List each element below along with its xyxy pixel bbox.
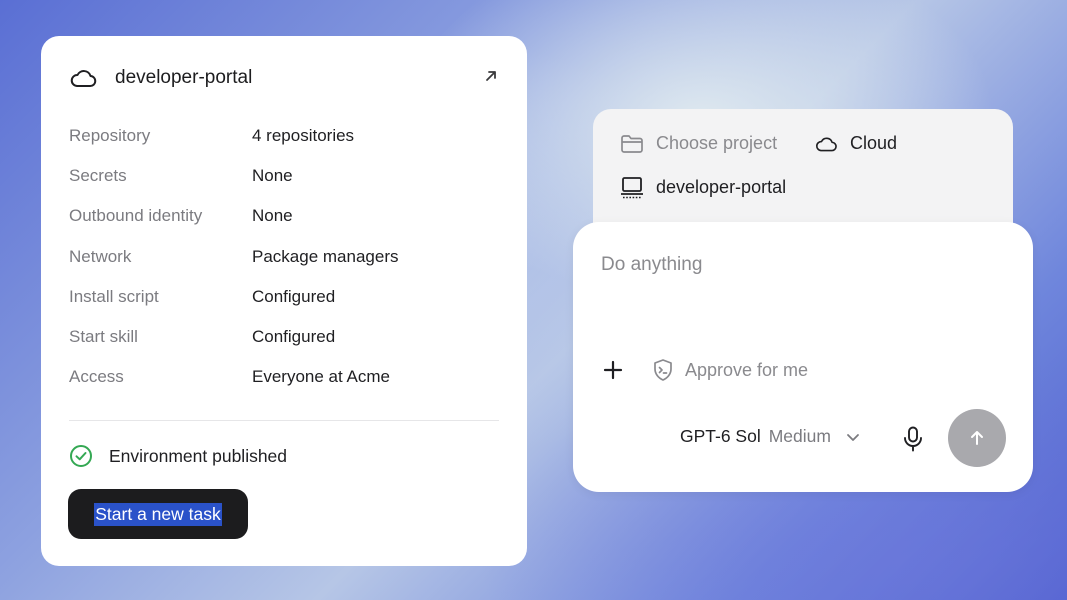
check-circle-icon [70, 445, 92, 467]
choose-project-button[interactable]: Choose project [620, 133, 777, 154]
environment-properties: Repository 4 repositories Secrets None O… [69, 126, 509, 407]
property-row: Secrets None [69, 166, 509, 206]
approve-for-me-toggle[interactable]: Approve for me [651, 358, 808, 382]
property-label: Install script [69, 286, 159, 306]
property-label: Network [69, 246, 132, 266]
microphone-icon[interactable] [903, 426, 923, 452]
property-row: Network Package managers [69, 247, 509, 287]
property-label: Secrets [69, 166, 127, 186]
property-row: Access Everyone at Acme [69, 367, 509, 407]
environment-title: developer-portal [115, 67, 253, 88]
selected-project[interactable]: developer-portal [620, 175, 786, 199]
start-new-task-label: Start a new task [94, 502, 222, 526]
property-label: Outbound identity [69, 206, 203, 226]
prompt-composer: Approve for me GPT-6 Sol Medium [573, 222, 1033, 492]
property-row: Install script Configured [69, 287, 509, 327]
property-value: None [252, 166, 293, 186]
property-value: None [252, 206, 293, 226]
property-value: Configured [252, 286, 336, 306]
property-row: Start skill Configured [69, 327, 509, 367]
arrow-up-icon [971, 431, 983, 445]
laptop-icon [621, 177, 643, 199]
environment-card: developer-portal Repository 4 repositori… [41, 36, 527, 566]
approve-label: Approve for me [685, 359, 809, 380]
start-new-task-button[interactable]: Start a new task [68, 489, 248, 539]
environment-header: developer-portal [69, 64, 499, 92]
folder-icon [621, 134, 643, 153]
model-level: Medium [768, 426, 831, 446]
plus-icon[interactable] [602, 359, 624, 381]
selected-project-label: developer-portal [656, 176, 787, 197]
property-label: Access [69, 367, 124, 387]
prompt-input[interactable] [601, 250, 1001, 280]
property-label: Start skill [69, 326, 138, 346]
property-row: Repository 4 repositories [69, 126, 509, 166]
send-button[interactable] [948, 409, 1006, 467]
shield-terminal-icon [654, 359, 672, 381]
property-value: Package managers [252, 246, 399, 266]
property-row: Outbound identity None [69, 206, 509, 246]
status-text: Environment published [109, 445, 288, 466]
model-name: GPT-6 Sol [680, 426, 761, 446]
external-link-icon[interactable] [483, 68, 499, 84]
model-selector[interactable]: GPT-6 Sol Medium [680, 426, 861, 447]
publish-status: Environment published [69, 444, 287, 468]
cloud-label: Cloud [850, 133, 898, 153]
property-label: Repository [69, 126, 151, 145]
property-value: Everyone at Acme [252, 367, 390, 387]
cloud-icon [70, 70, 97, 87]
divider [69, 420, 499, 421]
cloud-option[interactable]: Cloud [814, 133, 897, 154]
property-value: Configured [252, 326, 336, 346]
property-value: 4 repositories [252, 126, 355, 145]
cloud-icon [816, 137, 837, 151]
choose-project-label: Choose project [656, 133, 778, 153]
chevron-down-icon [847, 433, 859, 441]
